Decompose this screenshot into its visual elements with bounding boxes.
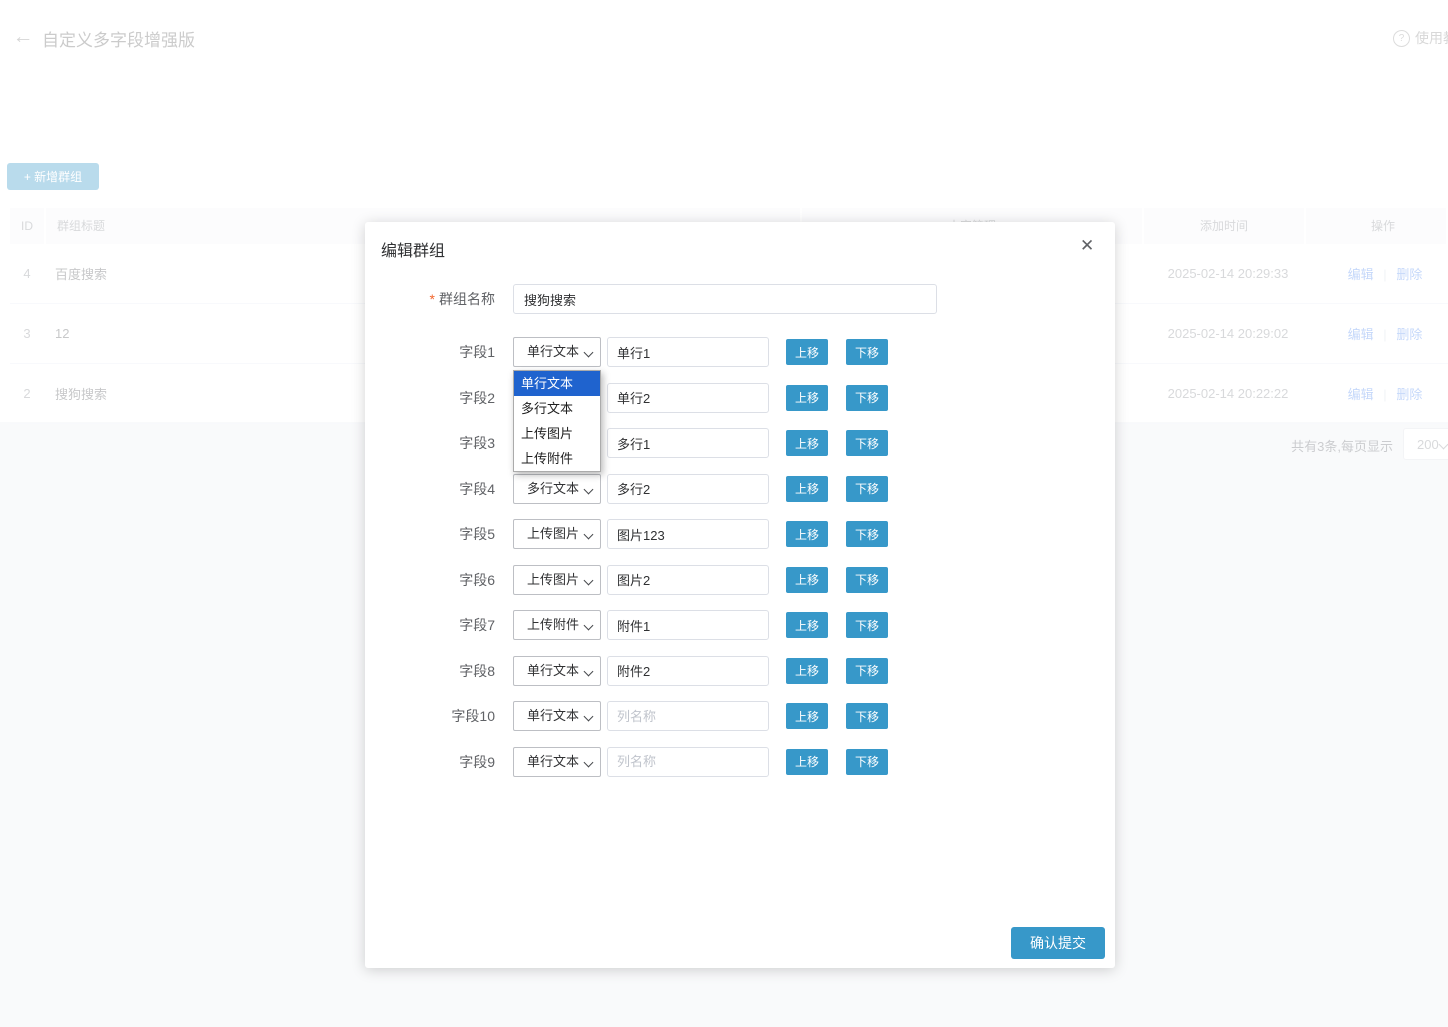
chevron-down-icon xyxy=(584,621,594,631)
move-down-button[interactable]: 下移 xyxy=(846,658,888,684)
field-type-value: 多行文本 xyxy=(527,481,579,496)
field-name-input[interactable] xyxy=(607,565,769,595)
dropdown-option[interactable]: 单行文本 xyxy=(514,371,600,396)
field-name-input[interactable] xyxy=(607,747,769,777)
field-type-value: 单行文本 xyxy=(527,344,579,359)
group-name-label: *群组名称 xyxy=(365,284,495,314)
chevron-down-icon xyxy=(584,712,594,722)
field-type-value: 单行文本 xyxy=(527,663,579,678)
move-up-button[interactable]: 上移 xyxy=(786,476,828,502)
field-row: 字段8 单行文本 上移 下移 xyxy=(365,656,1115,686)
move-down-button[interactable]: 下移 xyxy=(846,430,888,456)
field-row: 字段3 多行文本 上移 下移 xyxy=(365,428,1115,458)
field-type-select[interactable]: 单行文本 xyxy=(513,747,601,777)
field-name-input[interactable] xyxy=(607,428,769,458)
move-up-button[interactable]: 上移 xyxy=(786,430,828,456)
field-name-input[interactable] xyxy=(607,610,769,640)
chevron-down-icon xyxy=(584,484,594,494)
dropdown-option[interactable]: 多行文本 xyxy=(514,396,600,421)
field-type-value: 上传附件 xyxy=(527,617,579,632)
field-type-select[interactable]: 上传图片 xyxy=(513,565,601,595)
modal-title: 编辑群组 xyxy=(381,237,445,261)
field-name-input[interactable] xyxy=(607,474,769,504)
group-name-label-text: 群组名称 xyxy=(439,291,495,307)
field-type-value: 单行文本 xyxy=(527,754,579,769)
field-label: 字段1 xyxy=(365,337,495,367)
field-type-value: 上传图片 xyxy=(527,526,579,541)
chevron-down-icon xyxy=(584,666,594,676)
required-asterisk: * xyxy=(430,291,435,307)
field-label: 字段5 xyxy=(365,519,495,549)
field-type-select[interactable]: 上传图片 xyxy=(513,519,601,549)
field-label: 字段7 xyxy=(365,610,495,640)
field-row: 字段2 单行文本 上移 下移 xyxy=(365,383,1115,413)
chevron-down-icon xyxy=(584,757,594,767)
move-down-button[interactable]: 下移 xyxy=(846,612,888,638)
field-type-select[interactable]: 单行文本 xyxy=(513,656,601,686)
field-label: 字段9 xyxy=(365,747,495,777)
field-type-select[interactable]: 单行文本 xyxy=(513,701,601,731)
close-icon[interactable]: ✕ xyxy=(1074,233,1098,257)
field-row: 字段10 单行文本 上移 下移 xyxy=(365,701,1115,731)
move-down-button[interactable]: 下移 xyxy=(846,521,888,547)
move-down-button[interactable]: 下移 xyxy=(846,339,888,365)
field-type-value: 单行文本 xyxy=(527,708,579,723)
field-label: 字段2 xyxy=(365,383,495,413)
chevron-down-icon xyxy=(584,348,594,358)
move-up-button[interactable]: 上移 xyxy=(786,521,828,547)
dropdown-option[interactable]: 上传附件 xyxy=(514,446,600,471)
field-type-value: 上传图片 xyxy=(527,572,579,587)
field-name-input[interactable] xyxy=(607,519,769,549)
move-up-button[interactable]: 上移 xyxy=(786,339,828,365)
move-down-button[interactable]: 下移 xyxy=(846,476,888,502)
move-down-button[interactable]: 下移 xyxy=(846,567,888,593)
field-name-input[interactable] xyxy=(607,383,769,413)
field-row: 字段6 上传图片 上移 下移 xyxy=(365,565,1115,595)
chevron-down-icon xyxy=(584,575,594,585)
field-name-input[interactable] xyxy=(607,337,769,367)
field-type-select[interactable]: 多行文本 xyxy=(513,474,601,504)
field-name-input[interactable] xyxy=(607,701,769,731)
edit-group-modal: 编辑群组 ✕ *群组名称 字段1 单行文本 上移 下移 字段2 单 xyxy=(365,222,1115,968)
field-type-select[interactable]: 上传附件 xyxy=(513,610,601,640)
field-label: 字段10 xyxy=(365,701,495,731)
field-rows: 字段1 单行文本 上移 下移 字段2 单行文本 上移 下移 xyxy=(365,337,1115,792)
field-row: 字段5 上传图片 上移 下移 xyxy=(365,519,1115,549)
field-row: 字段4 多行文本 上移 下移 xyxy=(365,474,1115,504)
move-down-button[interactable]: 下移 xyxy=(846,385,888,411)
field-label: 字段6 xyxy=(365,565,495,595)
move-up-button[interactable]: 上移 xyxy=(786,749,828,775)
submit-button[interactable]: 确认提交 xyxy=(1011,927,1105,959)
field-label: 字段8 xyxy=(365,656,495,686)
move-up-button[interactable]: 上移 xyxy=(786,703,828,729)
move-up-button[interactable]: 上移 xyxy=(786,385,828,411)
field-row: 字段9 单行文本 上移 下移 xyxy=(365,747,1115,777)
field-label: 字段4 xyxy=(365,474,495,504)
group-name-row: *群组名称 xyxy=(365,284,1115,314)
dropdown-option[interactable]: 上传图片 xyxy=(514,421,600,446)
field-row: 字段7 上传附件 上移 下移 xyxy=(365,610,1115,640)
chevron-down-icon xyxy=(584,530,594,540)
field-name-input[interactable] xyxy=(607,656,769,686)
group-name-input[interactable] xyxy=(513,284,937,314)
type-dropdown-list: 单行文本 多行文本 上传图片 上传附件 xyxy=(513,370,601,472)
move-up-button[interactable]: 上移 xyxy=(786,658,828,684)
move-up-button[interactable]: 上移 xyxy=(786,612,828,638)
field-label: 字段3 xyxy=(365,428,495,458)
move-down-button[interactable]: 下移 xyxy=(846,749,888,775)
move-up-button[interactable]: 上移 xyxy=(786,567,828,593)
field-row: 字段1 单行文本 上移 下移 xyxy=(365,337,1115,367)
field-type-select[interactable]: 单行文本 xyxy=(513,337,601,367)
move-down-button[interactable]: 下移 xyxy=(846,703,888,729)
